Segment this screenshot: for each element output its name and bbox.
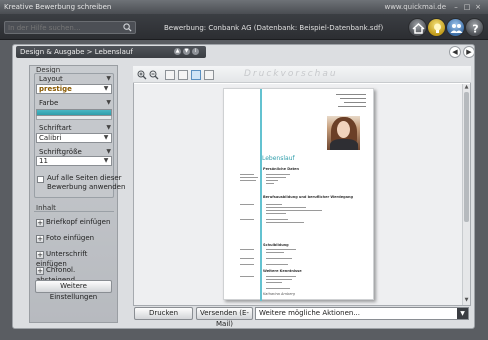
people-icon	[450, 24, 463, 33]
schriftart-label: Schriftart	[39, 124, 72, 132]
resume-page: Lebenslauf Persönliche Daten Berufsausbi…	[223, 88, 374, 301]
chevron-down-icon: ▼	[106, 148, 111, 155]
help-icon: ?	[472, 23, 478, 36]
nav-back-button[interactable]: ◀	[449, 46, 461, 58]
signature: Katharina Arnberg	[263, 292, 296, 296]
document-title: Bewerbung: Conbank AG (Datenbank: Beispi…	[164, 24, 384, 32]
svg-text:?: ?	[472, 23, 478, 36]
plus-icon: +	[36, 219, 44, 227]
title-bar: Kreative Bewerbung schreiben www.quickma…	[0, 0, 488, 14]
preview-label: Druckvorschau	[244, 69, 338, 79]
send-email-button[interactable]: Versenden (E-Mail)	[196, 307, 253, 328]
schriftart-label-row: Schriftart ▼	[36, 124, 112, 133]
chronological-toggle[interactable]: +Chronol. absteigend	[36, 265, 116, 284]
insert-letterhead[interactable]: + Briefkopf einfügen	[36, 217, 116, 227]
section-skills: Weitere Kenntnisse	[263, 269, 302, 273]
insert-signature[interactable]: + Unterschrift einfügen	[36, 249, 116, 268]
more-actions-label: Weitere mögliche Aktionen...	[259, 309, 360, 317]
close-icon[interactable]: ×	[474, 3, 482, 11]
help-search-input[interactable]	[8, 23, 120, 33]
font-size-value: 11	[39, 157, 48, 165]
preview-scrollbar[interactable]: ▲ ▼	[462, 84, 470, 305]
scroll-up-icon[interactable]: ▲	[463, 84, 470, 91]
more-settings-button[interactable]: Weitere Einstellungen	[35, 280, 112, 301]
insert-photo[interactable]: + Foto einfügen	[36, 233, 116, 243]
info-icon[interactable]: i	[192, 48, 199, 55]
profile-photo	[327, 116, 360, 150]
two-pages-icon[interactable]	[204, 70, 214, 80]
chevron-down-icon: ▼	[106, 99, 111, 106]
schriftgroesse-label: Schriftgröße	[39, 148, 82, 156]
divider	[34, 211, 114, 212]
expand-icon[interactable]: ▼	[183, 48, 190, 55]
skills-lines	[240, 276, 296, 289]
plus-icon: +	[36, 267, 44, 275]
header-bar: Bewerbung: Conbank AG (Datenbank: Beispi…	[0, 14, 488, 40]
fit-page-icon[interactable]	[165, 70, 175, 80]
layout-label-row: Layout ▼	[36, 75, 112, 84]
pin-icon[interactable]: ▲	[174, 48, 181, 55]
scroll-thumb[interactable]	[464, 92, 469, 222]
font-size-select[interactable]: 11 ▼	[36, 156, 112, 166]
home-icon	[412, 22, 425, 34]
site-url[interactable]: www.quickmai.de	[384, 3, 446, 11]
lightbulb-icon	[434, 23, 441, 33]
scroll-down-icon[interactable]: ▼	[463, 297, 470, 304]
chevron-down-icon: ▼	[103, 157, 109, 164]
layout-select[interactable]: prestige ▼	[36, 84, 112, 94]
section-career: Berufsausbildung und beruflicher Werdega…	[263, 195, 353, 199]
minimize-icon[interactable]: –	[452, 3, 460, 11]
chevron-down-icon: ▼	[103, 134, 109, 141]
contacts-button[interactable]	[446, 18, 465, 37]
window-title: Kreative Bewerbung schreiben	[4, 3, 112, 11]
tips-button[interactable]	[427, 18, 446, 37]
help-button[interactable]: ?	[465, 18, 484, 37]
font-select[interactable]: Calibri ▼	[36, 133, 112, 143]
fit-width-icon[interactable]	[178, 70, 188, 80]
zoom-out-icon[interactable]	[149, 70, 159, 80]
zoom-in-icon[interactable]	[137, 70, 147, 80]
section-personal: Persönliche Daten	[263, 167, 300, 171]
search-icon[interactable]	[123, 23, 132, 32]
insert-photo-label: Foto einfügen	[46, 234, 95, 242]
nav-forward-button[interactable]: ▶	[463, 46, 475, 58]
chevron-down-icon: ▼	[106, 124, 111, 131]
breadcrumb: Design & Ausgabe > Lebenslauf	[20, 48, 133, 56]
chevron-down-icon: ▼	[457, 308, 468, 319]
address-block	[336, 94, 366, 107]
farbe-label-row: Farbe ▼	[36, 99, 112, 108]
chevron-down-icon: ▼	[103, 85, 109, 92]
resume-body-lines	[240, 174, 322, 265]
help-search[interactable]	[4, 21, 136, 34]
single-page-icon[interactable]	[191, 70, 201, 80]
more-actions-select[interactable]: Weitere mögliche Aktionen... ▼	[255, 307, 469, 320]
layout-label: Layout	[39, 75, 63, 83]
font-value: Calibri	[39, 134, 62, 142]
resume-title: Lebenslauf	[262, 155, 295, 162]
apply-all-checkbox[interactable]	[37, 176, 44, 183]
layout-value: prestige	[39, 85, 72, 93]
home-button[interactable]	[408, 18, 427, 37]
farbe-label: Farbe	[39, 99, 59, 107]
apply-all-label-1: Auf alle Seiten dieser	[47, 174, 122, 182]
plus-icon: +	[36, 251, 44, 259]
color-select[interactable]	[36, 109, 112, 116]
chevron-down-icon: ▼	[106, 75, 111, 82]
maximize-icon[interactable]: □	[463, 3, 471, 11]
apply-all-label-2: Bewerbung anwenden	[47, 183, 126, 191]
section-school: Schulbildung	[263, 243, 289, 247]
breadcrumb-bar: Design & Ausgabe > Lebenslauf ▲ ▼ i	[16, 46, 206, 58]
plus-icon: +	[36, 235, 44, 243]
color-strip	[36, 116, 112, 120]
print-button[interactable]: Drucken	[134, 307, 193, 320]
insert-letterhead-label: Briefkopf einfügen	[46, 218, 111, 226]
